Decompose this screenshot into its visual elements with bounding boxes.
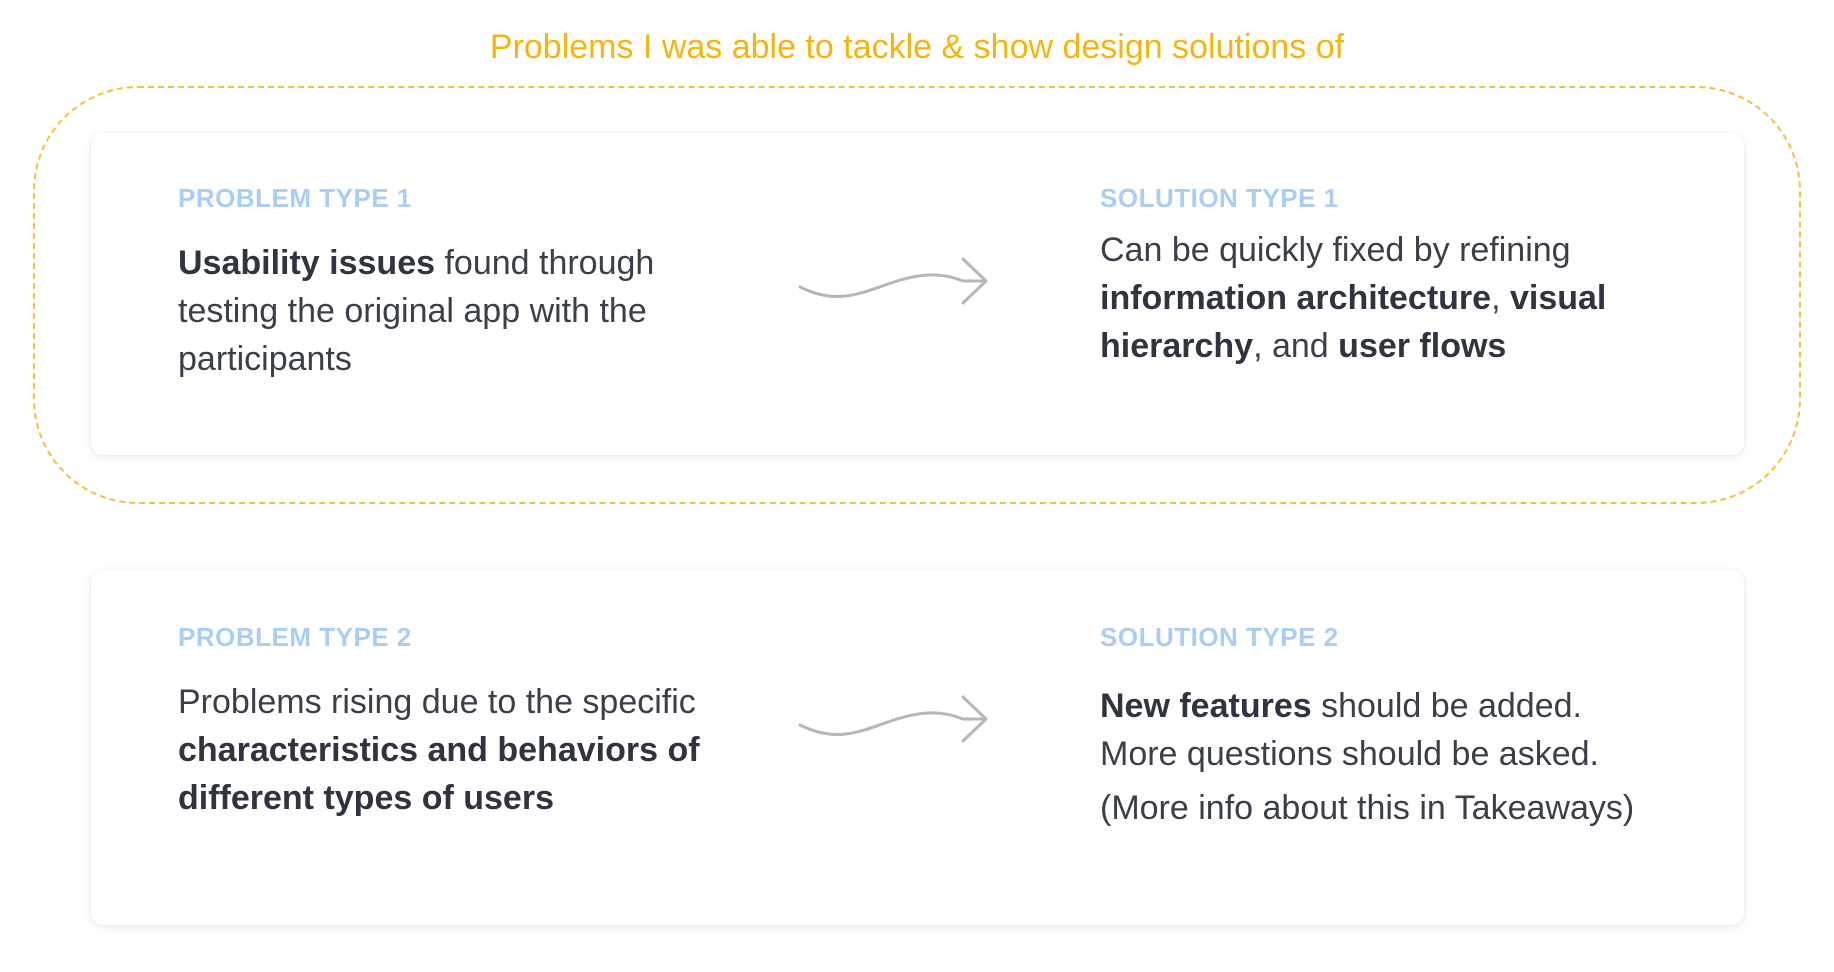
problem-type-1-label: PROBLEM TYPE 1 (178, 183, 412, 213)
problem-type-2-label: PROBLEM TYPE 2 (178, 622, 412, 652)
body-text-run: More questions should be asked. (1100, 735, 1599, 773)
emphasis-text: information architecture (1100, 279, 1492, 317)
body-text-run: (More info about this in Takeaways) (1100, 789, 1635, 827)
emphasis-text: user flows (1338, 327, 1507, 365)
solution-type-1-text: Can be quickly fixed by refining informa… (1100, 226, 1690, 370)
solution-type-2-text: New features should be added. More quest… (1100, 682, 1720, 832)
problem-solution-card-2: PROBLEM TYPE 2 Problems rising due to th… (91, 570, 1744, 925)
emphasis-text: characteristics and behaviors of differe… (178, 731, 700, 817)
page-heading: Problems I was able to tackle & show des… (489, 28, 1345, 66)
solution-type-2-label: SOLUTION TYPE 2 (1100, 622, 1339, 652)
problem-solution-card-1: PROBLEM TYPE 1 Usability issues found th… (91, 133, 1744, 455)
body-text-run: Problems rising due to the specific (178, 683, 696, 721)
solution-type-2-line: More questions should be asked. (1100, 730, 1720, 778)
solution-type-1-label: SOLUTION TYPE 1 (1100, 183, 1339, 213)
emphasis-text: Usability issues (178, 244, 436, 282)
body-text-run: , and (1253, 327, 1339, 365)
problem-type-2-text: Problems rising due to the specific char… (178, 678, 738, 822)
squiggle-arrow-right-icon (798, 695, 988, 743)
body-text-run: Can be quickly fixed by refining (1100, 231, 1571, 269)
squiggle-arrow-right-icon (798, 257, 988, 305)
solution-type-2-line: New features should be added. (1100, 682, 1720, 730)
body-text-run: , (1491, 279, 1510, 317)
problem-type-1-text: Usability issues found through testing t… (178, 239, 738, 383)
solution-type-2-line: (More info about this in Takeaways) (1100, 784, 1720, 832)
emphasis-text: New features (1100, 687, 1312, 725)
body-text-run: should be added. (1311, 687, 1582, 725)
